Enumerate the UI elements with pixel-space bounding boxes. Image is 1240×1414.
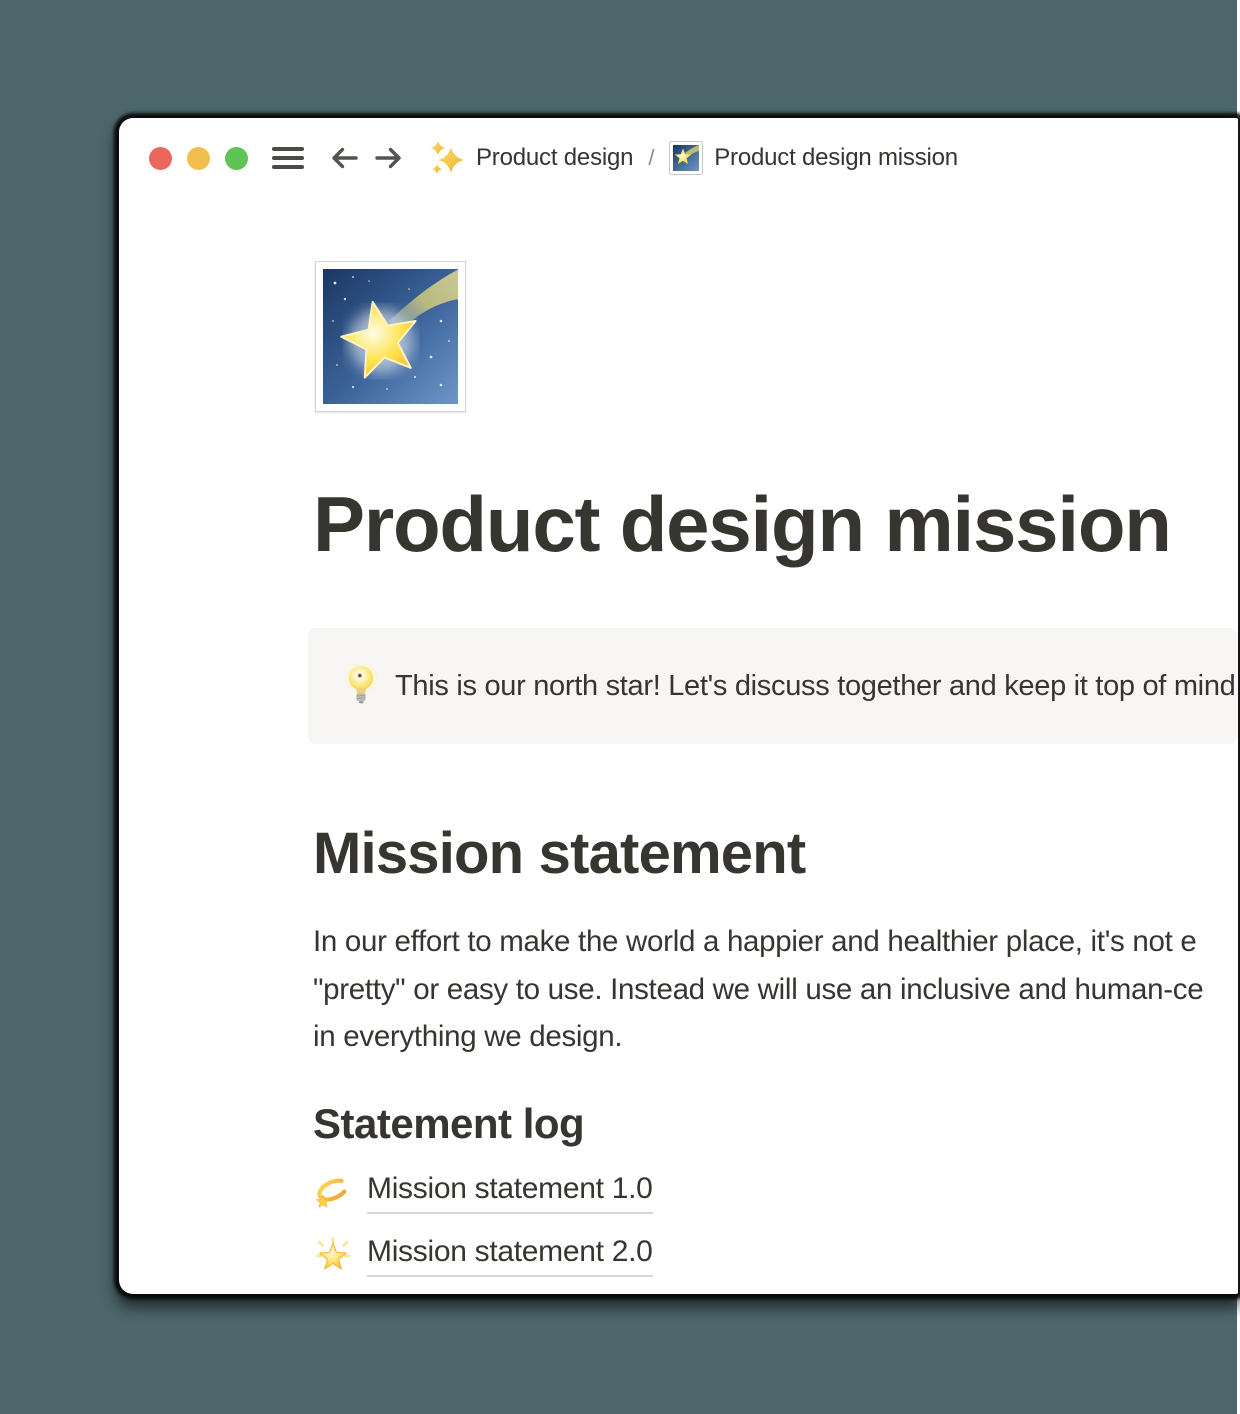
page-icon-shooting-star[interactable] xyxy=(315,261,466,412)
window-chrome: Product design / xyxy=(119,118,1238,198)
page-link-label: Mission statement 1.0 xyxy=(367,1172,653,1214)
dizzy-icon xyxy=(313,1173,353,1213)
shooting-star-photo-icon xyxy=(669,141,703,175)
callout-block: This is our north star! Let's discuss to… xyxy=(308,628,1238,744)
traffic-light-zoom[interactable] xyxy=(225,147,248,170)
breadcrumb-separator: / xyxy=(648,145,654,171)
back-button[interactable] xyxy=(328,143,360,173)
glowing-star-icon xyxy=(313,1236,353,1276)
heading-mission-statement: Mission statement xyxy=(313,820,805,887)
traffic-light-minimize[interactable] xyxy=(187,147,210,170)
sidebar-menu-button[interactable] xyxy=(272,144,304,172)
shooting-star-image xyxy=(323,269,458,404)
page-link-label: Mission statement 2.0 xyxy=(367,1235,653,1277)
paragraph-line: In our effort to make the world a happie… xyxy=(313,918,1238,966)
breadcrumb-label: Product design mission xyxy=(714,144,958,172)
callout-text: This is our north star! Let's discuss to… xyxy=(395,670,1235,703)
app-window: Product design / xyxy=(119,118,1238,1294)
heading-statement-log: Statement log xyxy=(313,1100,584,1148)
page-link-mission-statement-2[interactable]: Mission statement 2.0 xyxy=(313,1233,653,1279)
traffic-light-close[interactable] xyxy=(149,147,172,170)
breadcrumb-label: Product design xyxy=(476,144,633,172)
page-link-mission-statement-1[interactable]: Mission statement 1.0 xyxy=(313,1170,653,1216)
mission-paragraph: In our effort to make the world a happie… xyxy=(313,918,1238,1061)
hamburger-icon xyxy=(272,147,304,151)
breadcrumb: Product design / xyxy=(429,140,958,176)
arrow-left-icon xyxy=(328,143,360,173)
paragraph-line: "pretty" or easy to use. Instead we will… xyxy=(313,966,1238,1014)
page-title[interactable]: Product design mission xyxy=(313,482,1171,568)
arrow-right-icon xyxy=(373,143,405,173)
light-bulb-icon xyxy=(344,664,378,708)
sparkles-icon xyxy=(429,140,465,176)
breadcrumb-item-product-design-mission[interactable]: Product design mission xyxy=(669,141,958,175)
paragraph-line: in everything we design. xyxy=(313,1013,1238,1061)
forward-button[interactable] xyxy=(373,143,405,173)
screenshot-canvas: Product design / xyxy=(0,0,1240,1414)
breadcrumb-item-product-design[interactable]: Product design xyxy=(429,140,633,176)
